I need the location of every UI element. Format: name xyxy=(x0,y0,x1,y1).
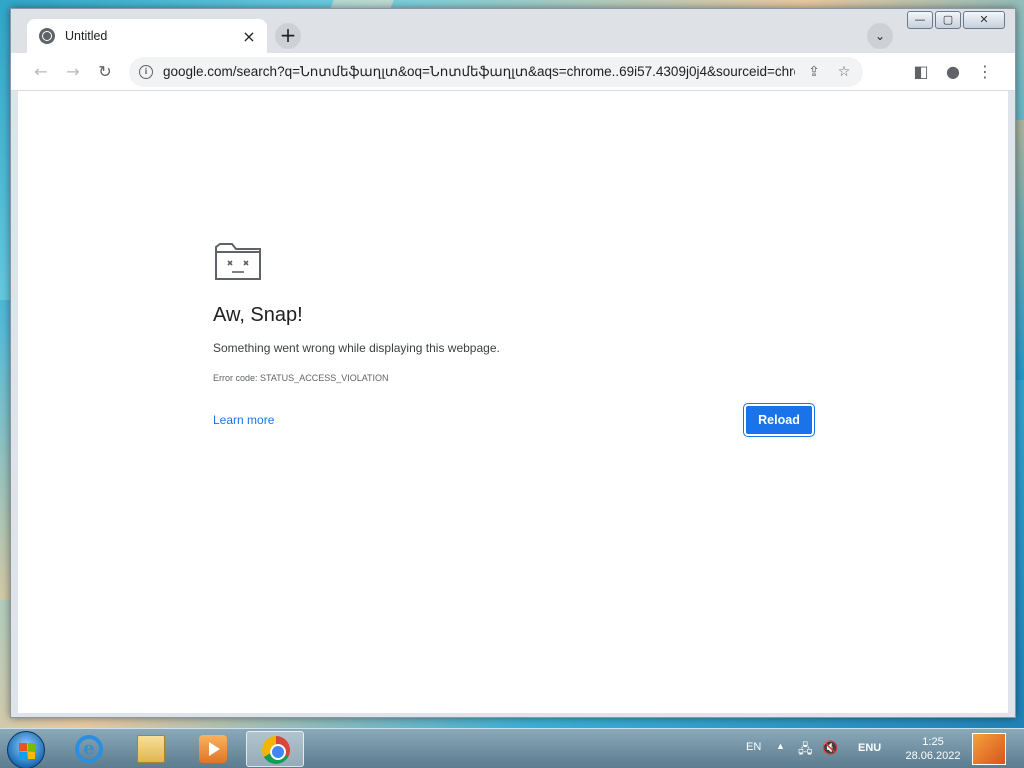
error-title: Aw, Snap! xyxy=(213,304,303,326)
chrome-window: Untitled × + ⌄ — ▢ ✕ ← → ↻ i google.com/… xyxy=(10,8,1016,718)
address-bar[interactable]: i google.com/search?q=Նոտմեֆաղլտ&oq=Նոտմ… xyxy=(129,57,863,87)
bookmark-star-icon[interactable]: ☆ xyxy=(833,64,855,80)
back-button[interactable]: ← xyxy=(29,60,53,84)
volume-muted-icon[interactable]: 🔇 xyxy=(822,740,838,768)
menu-icon[interactable]: ⋮ xyxy=(973,60,997,84)
maximize-button[interactable]: ▢ xyxy=(935,11,961,29)
tab-title: Untitled xyxy=(65,29,108,43)
tab-search-button[interactable]: ⌄ xyxy=(867,23,893,49)
error-code: Error code: STATUS_ACCESS_VIOLATION xyxy=(213,373,389,383)
tab-untitled[interactable]: Untitled × xyxy=(27,19,267,53)
minimize-button[interactable]: — xyxy=(907,11,933,29)
sad-tab-icon xyxy=(215,243,261,280)
site-info-icon[interactable]: i xyxy=(139,65,153,79)
start-button[interactable] xyxy=(7,731,45,768)
url-text[interactable]: google.com/search?q=Նոտմեֆաղլտ&oq=Նոտմեֆ… xyxy=(163,64,795,80)
taskbar-internet-explorer[interactable]: e xyxy=(60,731,118,767)
clock[interactable]: 1:25 28.06.2022 xyxy=(904,735,962,768)
tab-close-icon[interactable]: × xyxy=(241,27,257,46)
language-indicator[interactable]: EN xyxy=(746,741,761,768)
profile-icon[interactable]: ● xyxy=(941,60,965,84)
globe-icon xyxy=(39,28,55,44)
side-panel-icon[interactable]: ◧ xyxy=(909,60,933,84)
new-tab-button[interactable]: + xyxy=(275,23,301,49)
taskbar-chrome[interactable] xyxy=(246,731,304,767)
window-controls: — ▢ ✕ xyxy=(907,11,1005,29)
error-message: Something went wrong while displaying th… xyxy=(213,341,500,355)
reload-button[interactable]: ↻ xyxy=(93,60,117,84)
internet-explorer-icon: e xyxy=(75,735,103,763)
learn-more-link[interactable]: Learn more xyxy=(213,413,274,427)
show-desktop-button[interactable] xyxy=(972,733,1006,765)
clock-time: 1:25 xyxy=(922,736,944,748)
browser-toolbar: ← → ↻ i google.com/search?q=Նոտմեֆաղլտ&o… xyxy=(11,53,1015,91)
input-language[interactable]: ENU xyxy=(858,742,881,768)
chrome-icon xyxy=(262,736,290,764)
reload-page-button[interactable]: Reload xyxy=(743,403,815,437)
taskbar-file-explorer[interactable] xyxy=(122,731,180,767)
tray-expand-arrow-icon[interactable]: ▲ xyxy=(776,741,785,768)
page-viewport: Aw, Snap! Something went wrong while dis… xyxy=(18,91,1008,713)
share-icon[interactable]: ⇪ xyxy=(803,64,825,80)
close-window-button[interactable]: ✕ xyxy=(963,11,1005,29)
windows-logo-icon xyxy=(19,743,35,759)
taskbar-media-player[interactable] xyxy=(184,731,242,767)
forward-button[interactable]: → xyxy=(61,60,85,84)
tab-strip: Untitled × + ⌄ — ▢ ✕ xyxy=(11,9,1015,53)
network-icon[interactable]: 🖧 xyxy=(798,740,813,768)
file-explorer-icon xyxy=(137,735,165,763)
media-player-icon xyxy=(199,735,227,763)
taskbar: e EN ▲ 🖧 🔇 ENU 1:25 28.06.2022 xyxy=(0,728,1024,768)
clock-date: 28.06.2022 xyxy=(905,750,961,762)
